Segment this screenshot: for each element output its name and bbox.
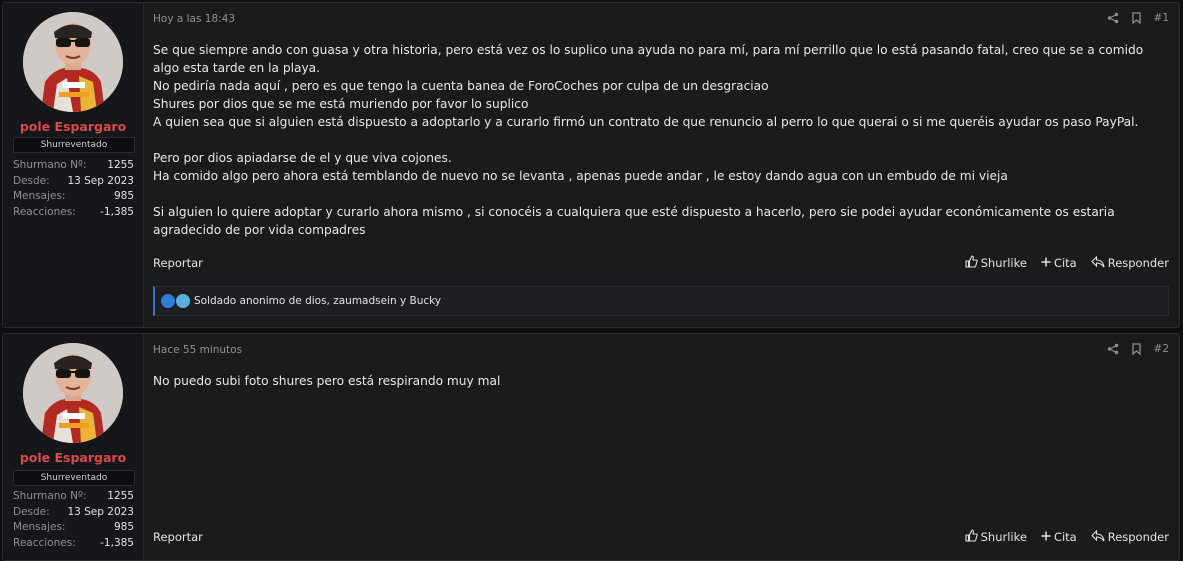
quote-label: Cita	[1053, 256, 1077, 270]
user-stats: Shurmano Nº: 1255 Desde: 13 Sep 2023 Mensa…	[13, 489, 134, 551]
share-icon[interactable]	[1107, 343, 1119, 355]
post-paragraph: A quien sea que si alguien está dispuest…	[153, 115, 1139, 129]
bookmark-icon[interactable]	[1131, 12, 1142, 24]
reply-button[interactable]: Responder	[1090, 529, 1169, 545]
post-paragraph: Ha comido algo pero ahora está temblando…	[153, 169, 1008, 183]
post-date[interactable]: Hoy a las 18:43	[153, 13, 235, 25]
quote-button[interactable]: Cita	[1041, 256, 1077, 270]
stat-label: Shurmano Nº:	[13, 159, 87, 171]
avatar[interactable]	[23, 12, 123, 112]
like-reaction-icon	[161, 294, 175, 308]
post-content: No puedo subi foto shures pero está resp…	[153, 372, 1169, 390]
post-paragraph: No puedo subi foto shures pero está resp…	[153, 374, 501, 388]
haha-reaction-icon	[176, 294, 190, 308]
user-title-badge: Shurreventado	[13, 470, 135, 486]
post-meta-actions: #1	[1107, 12, 1169, 24]
username[interactable]: pole Espargaro	[3, 450, 143, 465]
bookmark-icon[interactable]	[1131, 343, 1142, 355]
stat-value: -1,385	[100, 536, 134, 549]
stat-label: Reacciones:	[13, 536, 76, 549]
like-button[interactable]: Shurlike	[965, 529, 1027, 545]
report-link[interactable]: Reportar	[153, 530, 203, 544]
thumbs-up-icon	[965, 529, 978, 545]
share-icon[interactable]	[1107, 12, 1119, 24]
thumbs-up-icon	[965, 255, 978, 271]
like-button[interactable]: Shurlike	[965, 255, 1027, 271]
post-1: pole Espargaro Shurreventado Shurmano Nº…	[2, 2, 1180, 328]
reply-icon	[1090, 255, 1105, 271]
quote-label: Cita	[1053, 530, 1077, 544]
stat-label: Reacciones:	[13, 205, 76, 218]
stat-value: 1255	[107, 490, 134, 502]
post-actions: Shurlike Cita Responder	[965, 255, 1169, 271]
post-content: Se que siempre ando con guasa y otra his…	[153, 41, 1169, 239]
reply-label: Responder	[1107, 256, 1169, 270]
stat-value: 1255	[107, 159, 134, 171]
plus-icon	[1041, 256, 1051, 270]
username[interactable]: pole Espargaro	[3, 119, 143, 134]
post-paragraph: Pero por dios apiadarse de el y que viva…	[153, 151, 452, 165]
like-label: Shurlike	[980, 530, 1027, 544]
post-footer: Reportar Shurlike Cita Responder	[153, 529, 1169, 545]
post-meta-actions: #2	[1107, 343, 1169, 355]
stat-label: Desde:	[13, 174, 50, 187]
stat-value: 13 Sep 2023	[67, 505, 134, 518]
post-footer: Reportar Shurlike Cita Responder	[153, 255, 1169, 271]
user-stats: Shurmano Nº: 1255 Desde: 13 Sep 2023 Mensa…	[13, 158, 134, 220]
user-title-badge: Shurreventado	[13, 137, 135, 153]
post-paragraph: No pediría nada aquí , pero es que tengo…	[153, 79, 769, 93]
user-panel: pole Espargaro Shurreventado Shurmano Nº…	[3, 3, 144, 327]
post-2: pole Espargaro Shurreventado Shurmano Nº…	[2, 333, 1180, 561]
like-label: Shurlike	[980, 256, 1027, 270]
plus-icon	[1041, 530, 1051, 544]
avatar[interactable]	[23, 343, 123, 443]
report-link[interactable]: Reportar	[153, 256, 203, 270]
stat-label: Desde:	[13, 505, 50, 518]
post-number[interactable]: #2	[1154, 343, 1169, 355]
stat-label: Mensajes:	[13, 190, 66, 202]
post-paragraph: Shures por dios que se me está muriendo …	[153, 97, 529, 111]
stat-value: -1,385	[100, 205, 134, 218]
post-number[interactable]: #1	[1154, 12, 1169, 24]
post-date[interactable]: Hace 55 minutos	[153, 344, 242, 356]
stat-label: Shurmano Nº:	[13, 490, 87, 502]
stat-value: 13 Sep 2023	[67, 174, 134, 187]
post-paragraph: Se que siempre ando con guasa y otra his…	[153, 43, 1144, 75]
user-panel: pole Espargaro Shurreventado Shurmano Nº…	[3, 334, 144, 560]
reactions-bar[interactable]: Soldado anonimo de dios, zaumadsein y Bu…	[153, 286, 1169, 316]
post-actions: Shurlike Cita Responder	[965, 529, 1169, 545]
post-paragraph: Si alguien lo quiere adoptar y curarlo a…	[153, 205, 1115, 237]
reply-icon	[1090, 529, 1105, 545]
reply-button[interactable]: Responder	[1090, 255, 1169, 271]
stat-value: 985	[113, 521, 134, 533]
reply-label: Responder	[1107, 530, 1169, 544]
stat-value: 985	[113, 190, 134, 202]
stat-label: Mensajes:	[13, 521, 66, 533]
quote-button[interactable]: Cita	[1041, 530, 1077, 544]
reactions-list[interactable]: Soldado anonimo de dios, zaumadsein y Bu…	[194, 295, 441, 307]
